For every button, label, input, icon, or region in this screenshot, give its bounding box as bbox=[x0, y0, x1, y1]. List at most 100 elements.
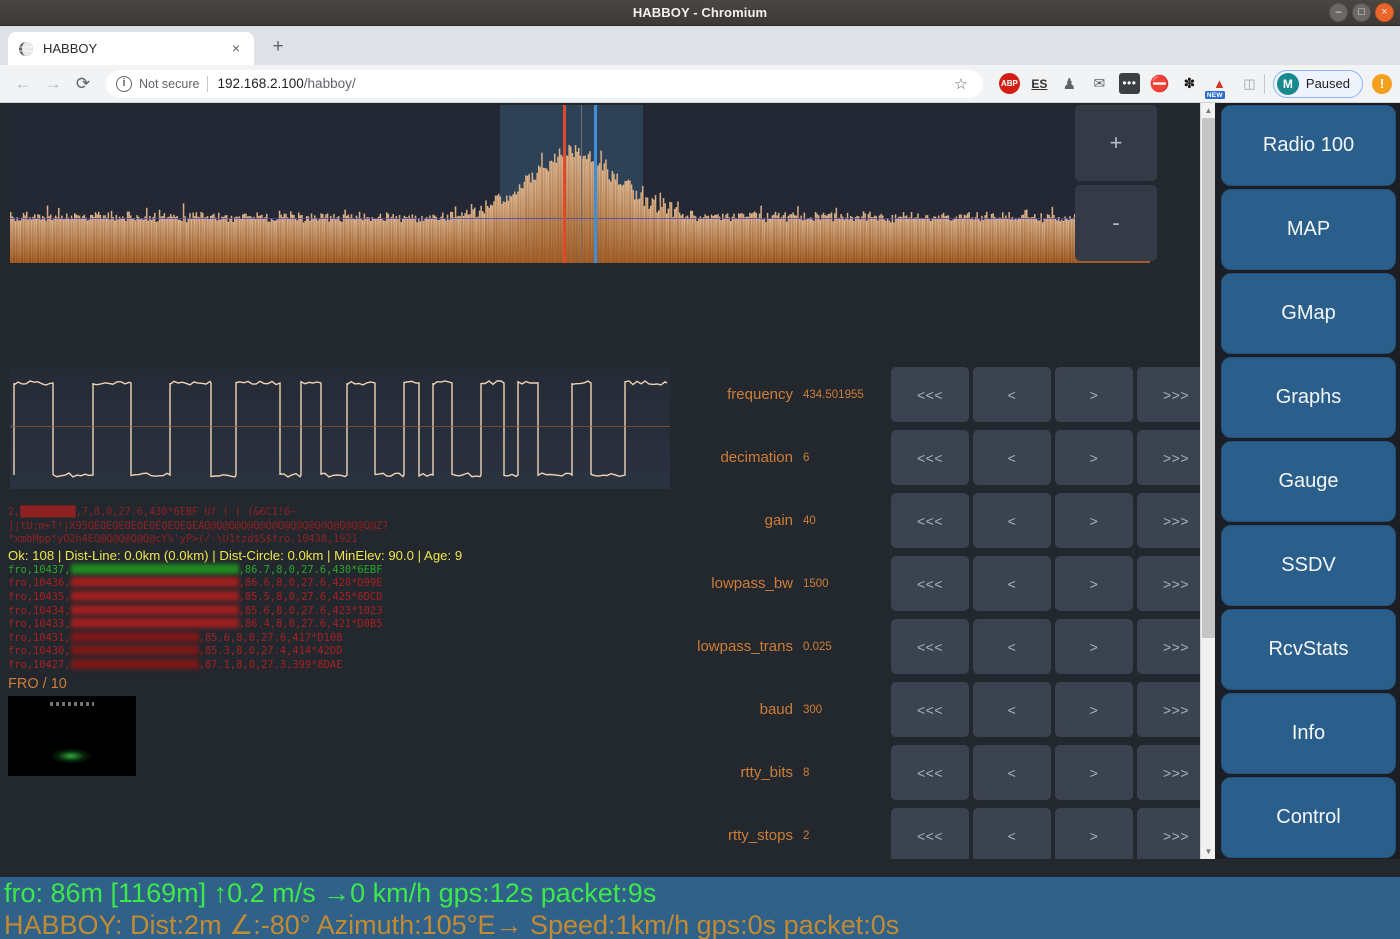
close-icon[interactable]: × bbox=[1375, 3, 1394, 22]
sidebar-item-label: RcvStats bbox=[1268, 638, 1349, 660]
increment-small-button-lowpass_bw[interactable]: > bbox=[1055, 556, 1133, 611]
param-label: rtty_bits bbox=[740, 764, 793, 781]
increment-small-button-rtty_stops[interactable]: > bbox=[1055, 808, 1133, 859]
increment-small-button-frequency[interactable]: > bbox=[1055, 367, 1133, 422]
ssdv-header-noise bbox=[50, 701, 94, 706]
forward-button[interactable]: → bbox=[38, 69, 68, 99]
omnibox-divider bbox=[207, 75, 209, 92]
app-vertical-scrollbar[interactable]: ▲ ▼ bbox=[1200, 103, 1215, 859]
zoom-out-button[interactable]: - bbox=[1075, 185, 1157, 261]
tab-close-icon[interactable]: × bbox=[228, 40, 244, 57]
sidebar-item-radio-100[interactable]: Radio 100 bbox=[1221, 105, 1396, 186]
new-tab-button[interactable]: + bbox=[264, 34, 292, 62]
decoder-console: 2,█████████,7,8,0,27.6,430*6EBF Uf ( ( (… bbox=[8, 506, 708, 776]
browser-tab[interactable]: HABBOY × bbox=[8, 32, 254, 65]
scroll-down-icon[interactable]: ▼ bbox=[1201, 844, 1215, 859]
telemetry-payload-line: fro: 86m [1169m] ↑0.2 m/s →0 km/h gps:12… bbox=[4, 878, 657, 908]
sidebar-item-map[interactable]: MAP bbox=[1221, 189, 1396, 270]
param-label-box: gain 40 bbox=[672, 512, 887, 529]
decrement-large-button-baud[interactable]: <<< bbox=[891, 682, 969, 737]
url-host: 192.168.2.100 bbox=[217, 76, 304, 91]
log-row-prefix: fro,10431, bbox=[8, 631, 71, 644]
decrement-small-button-decimation[interactable]: < bbox=[973, 430, 1051, 485]
increment-small-button-decimation[interactable]: > bbox=[1055, 430, 1133, 485]
sidebar-item-rcvstats[interactable]: RcvStats bbox=[1221, 609, 1396, 690]
reload-button[interactable]: ⟳ bbox=[68, 69, 98, 99]
log-row-redacted-coordinates bbox=[70, 631, 199, 642]
sidebar-item-gauge[interactable]: Gauge bbox=[1221, 441, 1396, 522]
toolbar-divider bbox=[1263, 73, 1265, 94]
param-button-group: <<< < > >>> bbox=[891, 430, 1215, 485]
scroll-up-icon[interactable]: ▲ bbox=[1201, 103, 1215, 118]
people-icon[interactable]: ♟ bbox=[1059, 73, 1080, 94]
decrement-small-button-rtty_bits[interactable]: < bbox=[973, 745, 1051, 800]
new-badge: NEW bbox=[1204, 91, 1225, 99]
sidebar-item-gmap[interactable]: GMap bbox=[1221, 273, 1396, 354]
info-circle-icon[interactable]: i bbox=[116, 75, 132, 92]
decrement-large-button-gain[interactable]: <<< bbox=[891, 493, 969, 548]
decrement-large-button-decimation[interactable]: <<< bbox=[891, 430, 969, 485]
log-garbled-line: *xmbMpp*yO2h4EQ@Q@Q@Q@Q@cY%'yP>(/-\U1tzd… bbox=[8, 534, 358, 546]
param-label: lowpass_trans bbox=[697, 638, 793, 655]
sidebar-item-ssdv[interactable]: SSDV bbox=[1221, 525, 1396, 606]
back-button[interactable]: ← bbox=[8, 69, 38, 99]
spectrum-display[interactable] bbox=[10, 105, 1150, 263]
param-row-rtty_bits: rtty_bits 8 <<< < > >>> bbox=[672, 741, 1215, 804]
adblock-plus-icon[interactable]: ABP bbox=[998, 73, 1020, 94]
zoom-in-button[interactable]: + bbox=[1075, 105, 1157, 181]
log-row-redacted-coordinates bbox=[70, 563, 239, 574]
decrement-small-button-gain[interactable]: < bbox=[973, 493, 1051, 548]
camera-new-icon[interactable]: ▲ NEW bbox=[1204, 73, 1230, 99]
vertical-scroll-thumb[interactable] bbox=[1202, 118, 1215, 638]
gmail-checker-icon[interactable]: ✉ bbox=[1089, 73, 1110, 94]
es-dictionary-icon[interactable]: ES bbox=[1029, 73, 1050, 94]
dots-icon[interactable]: ••• bbox=[1118, 73, 1140, 94]
globe-icon bbox=[18, 41, 34, 57]
decrement-small-button-baud[interactable]: < bbox=[973, 682, 1051, 737]
param-row-rtty_stops: rtty_stops 2 <<< < > >>> bbox=[672, 804, 1215, 859]
star-icon[interactable]: ☆ bbox=[949, 75, 973, 93]
telemetry-log-row: fro,10434, ,85.6,8,0,27.6,423*1023 bbox=[8, 604, 708, 619]
log-row-prefix: fro,10436, bbox=[8, 577, 71, 590]
param-label-box: frequency 434.501955 bbox=[672, 386, 887, 403]
screen-capture-icon[interactable]: ◫ bbox=[1239, 73, 1260, 94]
sidebar-item-label: Radio 100 bbox=[1262, 134, 1355, 156]
decrement-large-button-rtty_bits[interactable]: <<< bbox=[891, 745, 969, 800]
log-row-suffix: ,86.6,8,0,27.6,428*D99E bbox=[238, 577, 383, 590]
log-row-redacted-coordinates bbox=[70, 577, 239, 588]
maximize-icon[interactable]: □ bbox=[1352, 3, 1371, 22]
decrement-small-button-rtty_stops[interactable]: < bbox=[973, 808, 1051, 859]
decoder-status-line: Ok: 108 | Dist-Line: 0.0km (0.0km) | Dis… bbox=[8, 547, 463, 563]
address-bar[interactable]: i Not secure 192.168.2.100/habboy/ ☆ bbox=[106, 69, 983, 98]
increment-small-button-rtty_bits[interactable]: > bbox=[1055, 745, 1133, 800]
increment-small-button-baud[interactable]: > bbox=[1055, 682, 1133, 737]
marker-blue[interactable] bbox=[594, 105, 597, 263]
alert-menu-icon[interactable]: ! bbox=[1372, 73, 1392, 94]
param-value: 0.025 bbox=[803, 640, 832, 653]
decrement-large-button-lowpass_trans[interactable]: <<< bbox=[891, 619, 969, 674]
increment-small-button-gain[interactable]: > bbox=[1055, 493, 1133, 548]
sidebar-item-control[interactable]: Control bbox=[1221, 777, 1396, 858]
minimize-icon[interactable]: – bbox=[1329, 3, 1348, 22]
app-sidebar: Radio 100 MAP GMap Graphs Gauge SSDV RcvStats I… bbox=[1215, 103, 1400, 859]
telemetry-log-row: fro,10435, ,85.5,8,0,27.6,425*6DCD bbox=[8, 590, 708, 605]
decrement-small-button-frequency[interactable]: < bbox=[973, 367, 1051, 422]
increment-small-button-lowpass_trans[interactable]: > bbox=[1055, 619, 1133, 674]
decrement-large-button-rtty_stops[interactable]: <<< bbox=[891, 808, 969, 859]
log-row-suffix: ,86.7,8,0,27.6,430*6EBF bbox=[238, 563, 383, 576]
ssdv-thumbnail[interactable] bbox=[8, 695, 136, 776]
decrement-small-button-lowpass_trans[interactable]: < bbox=[973, 619, 1051, 674]
profile-chip[interactable]: M Paused bbox=[1272, 69, 1363, 98]
block-icon[interactable]: ⛔ bbox=[1149, 73, 1170, 94]
marker-red[interactable] bbox=[563, 105, 566, 263]
extension-icons: ABP ES ♟ ✉ ••• ⛔ ✽ ▲ NEW ◫ bbox=[998, 73, 1260, 99]
sidebar-item-label: Gauge bbox=[1278, 470, 1339, 492]
gnome-paw-icon[interactable]: ✽ bbox=[1179, 73, 1200, 94]
decrement-large-button-lowpass_bw[interactable]: <<< bbox=[891, 556, 969, 611]
sidebar-item-graphs[interactable]: Graphs bbox=[1221, 357, 1396, 438]
window-controls: – □ × bbox=[1329, 3, 1394, 22]
decrement-small-button-lowpass_bw[interactable]: < bbox=[973, 556, 1051, 611]
sidebar-item-info[interactable]: Info bbox=[1221, 693, 1396, 774]
decrement-large-button-frequency[interactable]: <<< bbox=[891, 367, 969, 422]
log-row-suffix: ,85.6,8,0,27.6,423*1023 bbox=[238, 604, 383, 617]
